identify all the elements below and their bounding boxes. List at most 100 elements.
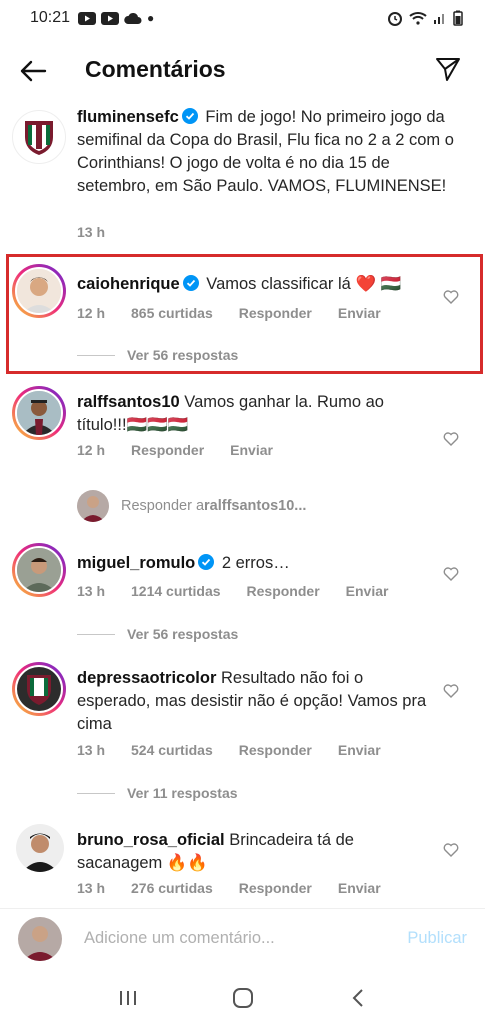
comment-time: 13 h <box>77 742 106 758</box>
comment-time: 13 h <box>77 880 106 896</box>
comment-text: ralffsantos10 Vamos ganhar la. Rumo ao t… <box>77 391 437 437</box>
header: Comentários <box>0 44 485 96</box>
arrow-left-icon <box>20 60 47 82</box>
reply-prompt[interactable]: Responder a ralffsantos10... <box>77 490 306 522</box>
divider-line <box>77 354 115 356</box>
caption-time: 13 h <box>77 224 106 240</box>
view-replies-label: Ver 11 respostas <box>127 785 238 801</box>
reply-button[interactable]: Responder <box>247 583 320 599</box>
username[interactable]: ralffsantos10 <box>77 393 180 411</box>
divider-line <box>77 633 115 635</box>
comment-time: 12 h <box>77 305 106 321</box>
profile-photo-icon <box>77 490 109 522</box>
like-heart-icon[interactable] <box>443 842 459 858</box>
profile-photo-icon <box>18 917 62 961</box>
profile-photo-icon <box>17 391 61 435</box>
signal-icon <box>434 14 444 24</box>
status-time: 10:21 <box>30 9 71 26</box>
view-replies-label: Ver 56 respostas <box>127 347 239 363</box>
home-icon <box>232 988 253 1008</box>
recent-apps-icon <box>119 991 136 1005</box>
profile-photo-icon <box>16 824 64 872</box>
verified-badge-icon <box>181 108 198 124</box>
username[interactable]: caiohenrique <box>77 275 180 293</box>
battery-icon <box>453 10 463 26</box>
avatar[interactable] <box>12 386 66 440</box>
home-button[interactable] <box>223 978 263 1018</box>
publish-button[interactable]: Publicar <box>407 929 467 948</box>
comment-meta: 13 h 524 curtidas Responder Enviar <box>77 742 407 758</box>
likes-count[interactable]: 276 curtidas <box>131 880 213 896</box>
system-icons <box>387 10 463 26</box>
view-replies-button[interactable]: Ver 56 respostas <box>77 626 238 642</box>
send-button[interactable]: Enviar <box>230 442 273 458</box>
fluminense-crest-icon <box>25 121 53 155</box>
comment-time: 13 h <box>77 583 106 599</box>
comment-body: Vamos classificar lá ❤️ 🇭🇺 <box>201 275 402 293</box>
avatar[interactable] <box>12 264 66 318</box>
comment-meta: 13 h 276 curtidas Responder Enviar <box>77 880 407 896</box>
avatar[interactable] <box>16 824 64 872</box>
send-button[interactable]: Enviar <box>346 583 389 599</box>
wifi-icon <box>409 12 427 25</box>
comment-text: bruno_rosa_oficial Brincadeira tá de sac… <box>77 829 437 875</box>
comment-text: miguel_romulo 2 erros… <box>77 552 437 575</box>
like-heart-icon[interactable] <box>443 289 459 305</box>
view-replies-button[interactable]: Ver 11 respostas <box>77 785 238 801</box>
cloud-icon <box>124 12 142 24</box>
view-replies-label: Ver 56 respostas <box>127 626 239 642</box>
likes-count[interactable]: 524 curtidas <box>131 742 213 758</box>
likes-count[interactable]: 1214 curtidas <box>131 583 221 599</box>
like-heart-icon[interactable] <box>443 431 459 447</box>
profile-photo-icon <box>17 548 61 592</box>
youtube-icon <box>78 11 97 25</box>
verified-badge-icon <box>182 275 199 291</box>
status-bar: 10:21 ● <box>0 0 485 36</box>
username[interactable]: fluminensefc <box>77 108 179 126</box>
notification-icons: ● <box>78 11 154 25</box>
avatar <box>18 917 62 961</box>
profile-photo-icon <box>17 269 61 313</box>
verified-badge-icon <box>198 554 215 570</box>
avatar <box>77 490 109 522</box>
reply-button[interactable]: Responder <box>131 442 204 458</box>
recent-apps-button[interactable] <box>108 978 148 1018</box>
back-nav-button[interactable] <box>338 978 378 1018</box>
comment-composer: Adicione um comentário... Publicar <box>0 908 485 970</box>
alarm-icon <box>388 12 402 26</box>
comment-time: 12 h <box>77 442 106 458</box>
reply-target: ralffsantos10... <box>204 498 307 514</box>
likes-count[interactable]: 865 curtidas <box>131 305 213 321</box>
send-button[interactable]: Enviar <box>338 305 381 321</box>
page-title: Comentários <box>85 56 226 82</box>
comment-meta: 12 h 865 curtidas Responder Enviar <box>77 305 407 321</box>
comment-meta: 12 h Responder Enviar <box>77 442 299 458</box>
chevron-left-icon <box>352 989 363 1007</box>
reply-button[interactable]: Responder <box>239 305 312 321</box>
dot-icon: ● <box>147 11 155 25</box>
username[interactable]: depressaotricolor <box>77 669 216 687</box>
comment-text: depressaotricolor Resultado não foi o es… <box>77 667 437 736</box>
send-button[interactable]: Enviar <box>338 742 381 758</box>
username[interactable]: bruno_rosa_oficial <box>77 831 225 849</box>
system-nav-bar <box>0 972 485 1024</box>
reply-button[interactable]: Responder <box>239 742 312 758</box>
comment-body: 2 erros… <box>217 554 290 572</box>
youtube-icon <box>101 11 120 25</box>
comment-input[interactable]: Adicione um comentário... <box>84 929 275 948</box>
send-button[interactable]: Enviar <box>338 880 381 896</box>
caption-meta: 13 h <box>77 224 131 240</box>
direct-send-button[interactable] <box>433 54 463 84</box>
username[interactable]: miguel_romulo <box>77 554 195 572</box>
fluminense-crest-icon <box>17 667 61 711</box>
back-button[interactable] <box>18 56 48 86</box>
comment-meta: 13 h 1214 curtidas Responder Enviar <box>77 583 414 599</box>
like-heart-icon[interactable] <box>443 566 459 582</box>
like-heart-icon[interactable] <box>443 683 459 699</box>
avatar[interactable] <box>12 662 66 716</box>
view-replies-button[interactable]: Ver 56 respostas <box>77 347 238 363</box>
avatar[interactable] <box>12 543 66 597</box>
avatar[interactable] <box>12 110 66 164</box>
caption-text: fluminensefc Fim de jogo! No primeiro jo… <box>77 106 461 198</box>
reply-button[interactable]: Responder <box>239 880 312 896</box>
